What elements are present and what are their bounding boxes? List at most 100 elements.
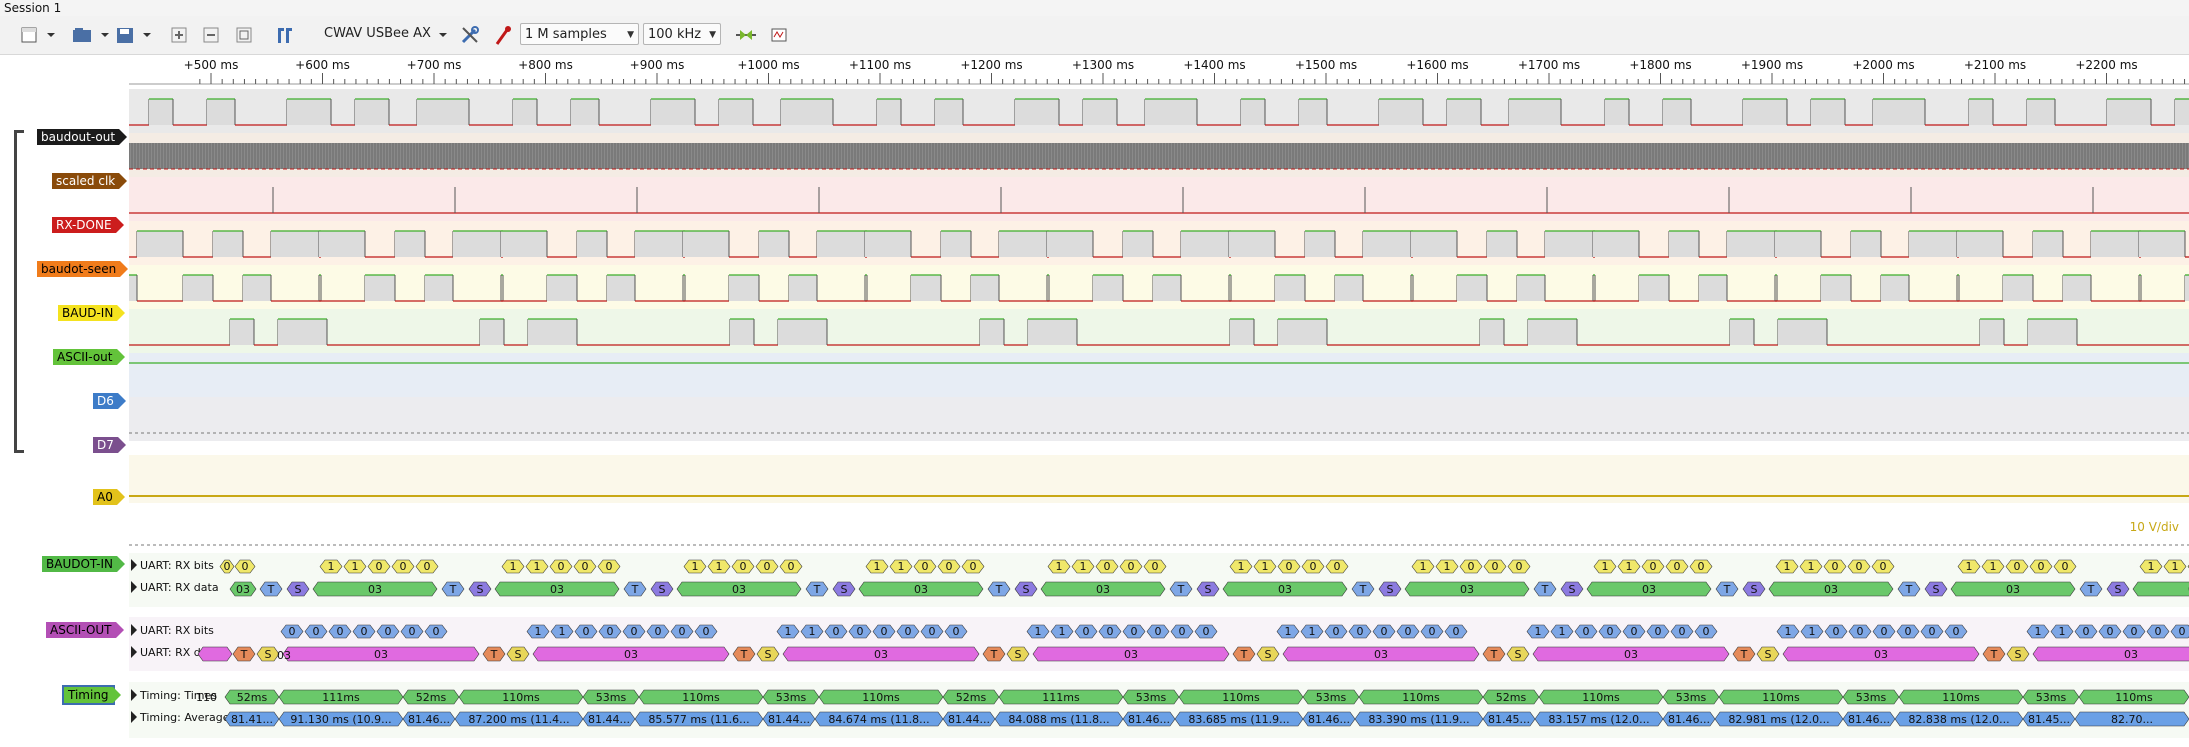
- annotation-shape: [197, 646, 233, 662]
- decoder-label-baudot-in[interactable]: BAUDOT-IN: [42, 556, 125, 572]
- bit-annotation: 0: [1665, 559, 1689, 574]
- annotation-text: 0: [433, 625, 440, 638]
- trace-view[interactable]: 10 V/div UART: RX bits UART: RX data 1 1 0 0 0 1…: [128, 85, 2189, 744]
- annotation-text: 1: [1285, 625, 1292, 638]
- zoom-fit-icon[interactable]: [233, 22, 255, 48]
- timing-average-annotation: 82.70...: [2074, 711, 2189, 727]
- high-pulse: [635, 231, 685, 257]
- bit-annotation: 0: [1146, 624, 1170, 639]
- channel-label-ascii-out[interactable]: ASCII-out: [53, 349, 124, 365]
- annotation-text: 0: [703, 625, 710, 638]
- samplerate-dropdown[interactable]: 100 kHz ▼: [643, 23, 721, 45]
- decoder-label-timing[interactable]: Timing: [62, 685, 121, 705]
- annotation-text: 1: [2035, 625, 2042, 638]
- channel-label-baudout-out[interactable]: baudout-out: [37, 129, 128, 145]
- trace-canvas[interactable]: 10 V/divUART: RX bitsUART: RX data1 1 0 0 0 1…: [128, 85, 2189, 744]
- channel-label-baudot-seen[interactable]: baudot-seen: [37, 261, 129, 277]
- decoder-label-ascii-out[interactable]: ASCII-OUT: [46, 622, 123, 638]
- timing-annotation: 52ms: [1482, 689, 1540, 705]
- instant-run-icon[interactable]: [768, 22, 790, 48]
- configure-icon[interactable]: [458, 22, 482, 48]
- annotation-text: 0: [740, 560, 747, 573]
- annotation-text: 81.41...: [231, 713, 273, 726]
- high-pulse: [877, 99, 901, 125]
- stop-annotation: T: [441, 581, 465, 597]
- timing-average-annotation: 81.41...: [224, 711, 280, 727]
- channel-label-rx-done[interactable]: RX-DONE: [52, 217, 124, 233]
- device-dropdown-icon[interactable]: [436, 22, 450, 48]
- annotation-text: 0: [922, 560, 929, 573]
- stop-annotation: T: [2079, 581, 2103, 597]
- high-pulse: [2091, 231, 2141, 257]
- bit-annotation: 0: [2053, 559, 2077, 574]
- probe-icon[interactable]: [492, 22, 514, 48]
- annotation-text: 03: [550, 583, 564, 596]
- timing-annotation: 111ms: [998, 689, 1124, 705]
- annotation-text: 84.088 ms (11.8...: [1008, 713, 1109, 726]
- annotation-text: 85.577 ms (11.6...: [648, 713, 749, 726]
- bit-annotation: 0: [573, 559, 597, 574]
- zoom-in-icon[interactable]: [168, 22, 190, 48]
- stop-annotation: T: [482, 646, 506, 662]
- bit-annotation: 0: [1074, 624, 1098, 639]
- annotation-text: 82.838 ms (12.0...: [1908, 713, 2009, 726]
- annotation-text: S: [1569, 583, 1576, 596]
- bit-annotation: 0: [367, 559, 391, 574]
- timing-average-annotation: 81.46...: [402, 711, 456, 727]
- high-pulse: [1743, 99, 1787, 125]
- channel-label-scaled-clk[interactable]: scaled clk: [52, 173, 128, 189]
- high-pulse: [1509, 99, 1561, 125]
- annotation-text: 03: [2006, 583, 2020, 596]
- time-ruler[interactable]: +500 ms +600 ms +700 ms +800 ms +900 ms +1000…: [0, 55, 2189, 85]
- bit-annotation: 0: [597, 559, 621, 574]
- high-pulse: [453, 231, 503, 257]
- data-annotation: 03: [1404, 581, 1530, 597]
- annotation-text: 1: [534, 560, 541, 573]
- timing-average-annotation: 81.45...: [2022, 711, 2076, 727]
- bit-annotation: 1: [2026, 624, 2050, 639]
- start-annotation: S: [1924, 581, 1948, 597]
- bit-annotation: 1: [501, 559, 525, 574]
- start-annotation: S: [832, 581, 856, 597]
- samples-dropdown[interactable]: 1 M samples ▼: [520, 23, 639, 45]
- bit-annotation: 1: [1550, 624, 1574, 639]
- annotation-text: T: [240, 648, 248, 661]
- annotation-text: 1: [785, 625, 792, 638]
- cursor-icon[interactable]: [272, 22, 298, 48]
- annotation-text: 1: [328, 560, 335, 573]
- zoom-out-icon[interactable]: [200, 22, 222, 48]
- annotation-text: 1: [2172, 560, 2179, 573]
- annotation-text: 1: [1626, 560, 1633, 573]
- channel-label-d7[interactable]: D7: [93, 437, 126, 453]
- high-pulse: [207, 99, 235, 125]
- save-icon[interactable]: [114, 22, 156, 48]
- run-icon[interactable]: [733, 22, 759, 48]
- annotation-text: 0: [631, 625, 638, 638]
- annotation-text: 0: [1857, 625, 1864, 638]
- high-pulse: [1669, 231, 1699, 257]
- annotation-text: T: [1905, 583, 1913, 596]
- bit-annotation: 0: [1459, 559, 1483, 574]
- device-name[interactable]: CWAV USBee AX: [324, 23, 431, 45]
- high-pulse: [817, 231, 867, 257]
- annotation-text: 0: [385, 625, 392, 638]
- open-icon[interactable]: [70, 22, 112, 48]
- annotation-text: 0: [400, 560, 407, 573]
- timing-average-annotation: 81.44...: [582, 711, 636, 727]
- high-pulse: [1980, 319, 2004, 345]
- new-session-icon[interactable]: [18, 22, 60, 48]
- channel-label-baud-in[interactable]: BAUD-IN: [58, 305, 126, 321]
- high-pulse: [2003, 275, 2033, 301]
- high-pulse: [243, 275, 271, 301]
- channel-label-a0[interactable]: A0: [93, 489, 125, 505]
- channel-label-d6[interactable]: D6: [93, 393, 126, 409]
- annotation-text: 1: [1784, 560, 1791, 573]
- high-pulse: [2028, 319, 2077, 345]
- annotation-text: 0: [1334, 560, 1341, 573]
- bit-annotation: 0: [961, 559, 985, 574]
- annotation-text: S: [515, 648, 522, 661]
- high-pulse: [1457, 275, 1487, 301]
- annotation-text: 1: [535, 625, 542, 638]
- decoder-row-label: UART: RX bits: [140, 624, 214, 637]
- annotation-text: 03: [1624, 648, 1638, 661]
